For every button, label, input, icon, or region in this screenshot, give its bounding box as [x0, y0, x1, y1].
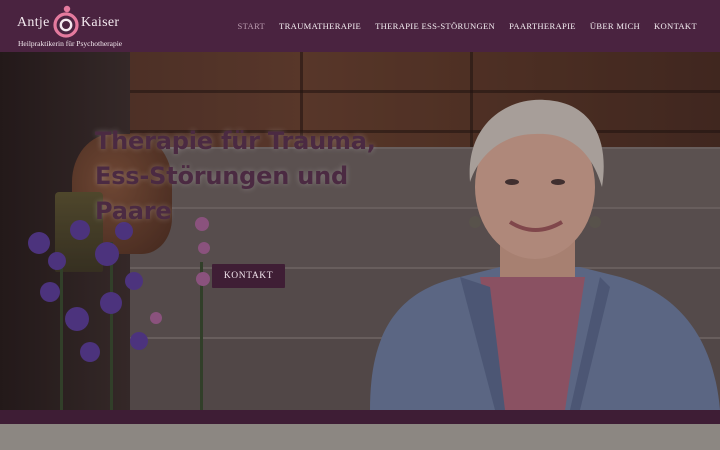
contact-button[interactable]: KONTAKT: [212, 264, 285, 288]
nav-item-start[interactable]: Start: [231, 21, 273, 31]
nav-item-traumatherapie[interactable]: Traumatherapie: [272, 21, 368, 31]
main-navigation: Start Traumatherapie Therapie Ess-Störun…: [231, 0, 704, 52]
hero-section: Therapie für Trauma, Ess-Störungen und P…: [0, 52, 720, 410]
logo-mark-icon: [53, 5, 79, 38]
site-logo[interactable]: Antje Kaiser Heilpraktikerin für Psychot…: [17, 4, 127, 48]
next-section: [0, 424, 720, 450]
logo-last-name: Kaiser: [81, 15, 120, 30]
nav-item-kontakt[interactable]: Kontakt: [647, 21, 704, 31]
nav-item-ueber-mich[interactable]: Über mich: [583, 21, 647, 31]
hero-overlay: [0, 52, 720, 410]
nav-item-paartherapie[interactable]: Paartherapie: [502, 21, 583, 31]
hero-title: Therapie für Trauma, Ess-Störungen und P…: [95, 127, 376, 225]
nav-item-therapie-ess-stoerungen[interactable]: Therapie Ess-Störungen: [368, 21, 502, 31]
site-header: Antje Kaiser Heilpraktikerin für Psychot…: [0, 0, 720, 52]
hero-bottom-bar: [0, 410, 720, 424]
logo-tagline: Heilpraktikerin für Psychotherapie: [18, 39, 123, 48]
logo-first-name: Antje: [17, 15, 50, 30]
